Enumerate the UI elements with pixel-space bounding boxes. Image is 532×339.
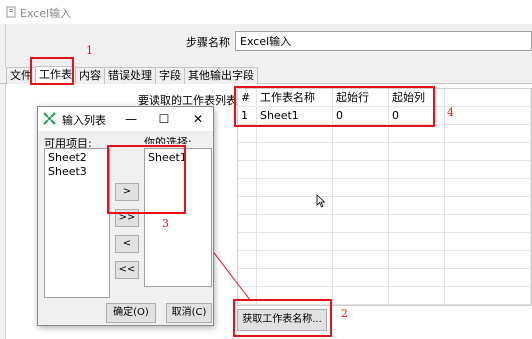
cell-empty [445, 143, 531, 161]
cell-empty [389, 197, 445, 215]
cell-empty [389, 269, 445, 287]
move-all-left-button[interactable]: << [115, 261, 139, 279]
input-list-dialog: 输入列表 — ☐ ✕ 可用项目: 你的选择: Sheet2 Sheet3 She… [37, 106, 214, 326]
list-item[interactable]: Sheet3 [48, 165, 106, 179]
cell-empty [389, 125, 445, 143]
panel-left-edge [0, 84, 6, 339]
cancel-button[interactable]: 取消(C) [166, 303, 212, 323]
cell-empty [257, 233, 333, 251]
maximize-icon[interactable]: ☐ [155, 110, 173, 128]
cell-empty [445, 197, 531, 215]
table-row[interactable] [238, 197, 531, 215]
cell-empty [333, 179, 389, 197]
cell-empty [445, 215, 531, 233]
cell-empty [238, 125, 257, 143]
tab-content[interactable]: 内容 [75, 67, 105, 84]
cell-empty [333, 287, 389, 305]
minimize-icon[interactable]: — [122, 110, 140, 128]
cell-empty [257, 251, 333, 269]
highlight-box-sheet-table [234, 86, 435, 127]
cell-empty [333, 251, 389, 269]
cell-empty [238, 161, 257, 179]
available-items-list[interactable]: Sheet2 Sheet3 [44, 148, 110, 298]
annotation-number-2: 2 [341, 307, 348, 320]
window-titlebar: Excel输入 [0, 0, 532, 24]
cell-empty [333, 143, 389, 161]
cell-empty [257, 215, 333, 233]
dialog-app-icon [43, 112, 56, 125]
highlight-box-worksheet-tab [30, 57, 74, 85]
table-row[interactable] [238, 125, 531, 143]
app-icon [6, 6, 16, 18]
window-title: Excel输入 [20, 7, 72, 20]
move-left-button[interactable]: < [115, 235, 139, 253]
table-row[interactable] [238, 161, 531, 179]
cell-empty [445, 287, 531, 305]
your-choice-label: 你的选择: [144, 136, 192, 144]
table-row[interactable] [238, 233, 531, 251]
cell-empty [389, 287, 445, 305]
cell-empty [445, 179, 531, 197]
tab-other-output-fields[interactable]: 其他输出字段 [184, 67, 258, 84]
highlight-box-selection [107, 145, 186, 214]
cell-empty [389, 233, 445, 251]
cell-empty [389, 251, 445, 269]
tab-error-handling[interactable]: 错误处理 [104, 67, 156, 84]
cell-empty [257, 125, 333, 143]
cell-empty [445, 107, 531, 125]
cell-empty [445, 269, 531, 287]
dialog-titlebar: 输入列表 — ☐ ✕ [38, 107, 213, 131]
left-edge [0, 24, 6, 67]
cell-empty [445, 233, 531, 251]
highlight-box-fetch-button [233, 299, 332, 337]
mouse-cursor-icon [316, 194, 326, 208]
cell-empty [257, 143, 333, 161]
cell-empty [389, 161, 445, 179]
annotation-number-4: 4 [447, 106, 454, 119]
table-row[interactable] [238, 143, 531, 161]
column-header-empty [445, 89, 531, 107]
cell-empty [238, 143, 257, 161]
cell-empty [333, 125, 389, 143]
table-row[interactable] [238, 179, 531, 197]
cell-empty [445, 251, 531, 269]
cell-empty [333, 269, 389, 287]
cell-empty [389, 179, 445, 197]
list-item[interactable]: Sheet2 [48, 151, 106, 165]
dialog-title: 输入列表 [62, 114, 106, 127]
table-row[interactable] [238, 251, 531, 269]
tab-fields[interactable]: 字段 [155, 67, 185, 84]
table-row[interactable] [238, 269, 531, 287]
table-row[interactable] [238, 215, 531, 233]
ok-button[interactable]: 确定(O) [106, 303, 156, 323]
cell-empty [333, 197, 389, 215]
annotation-number-1: 1 [86, 44, 93, 57]
cell-empty [445, 125, 531, 143]
cell-empty [333, 161, 389, 179]
cell-empty [257, 161, 333, 179]
annotation-number-3: 3 [162, 217, 169, 230]
cell-empty [238, 179, 257, 197]
cell-empty [257, 269, 333, 287]
cell-empty [333, 233, 389, 251]
cell-empty [333, 215, 389, 233]
cell-empty [445, 161, 531, 179]
cell-empty [389, 215, 445, 233]
cell-empty [389, 143, 445, 161]
close-icon[interactable]: ✕ [189, 110, 207, 128]
step-name-label: 步骤名称 [186, 36, 230, 49]
step-name-input[interactable]: Excel输入 [235, 31, 532, 51]
